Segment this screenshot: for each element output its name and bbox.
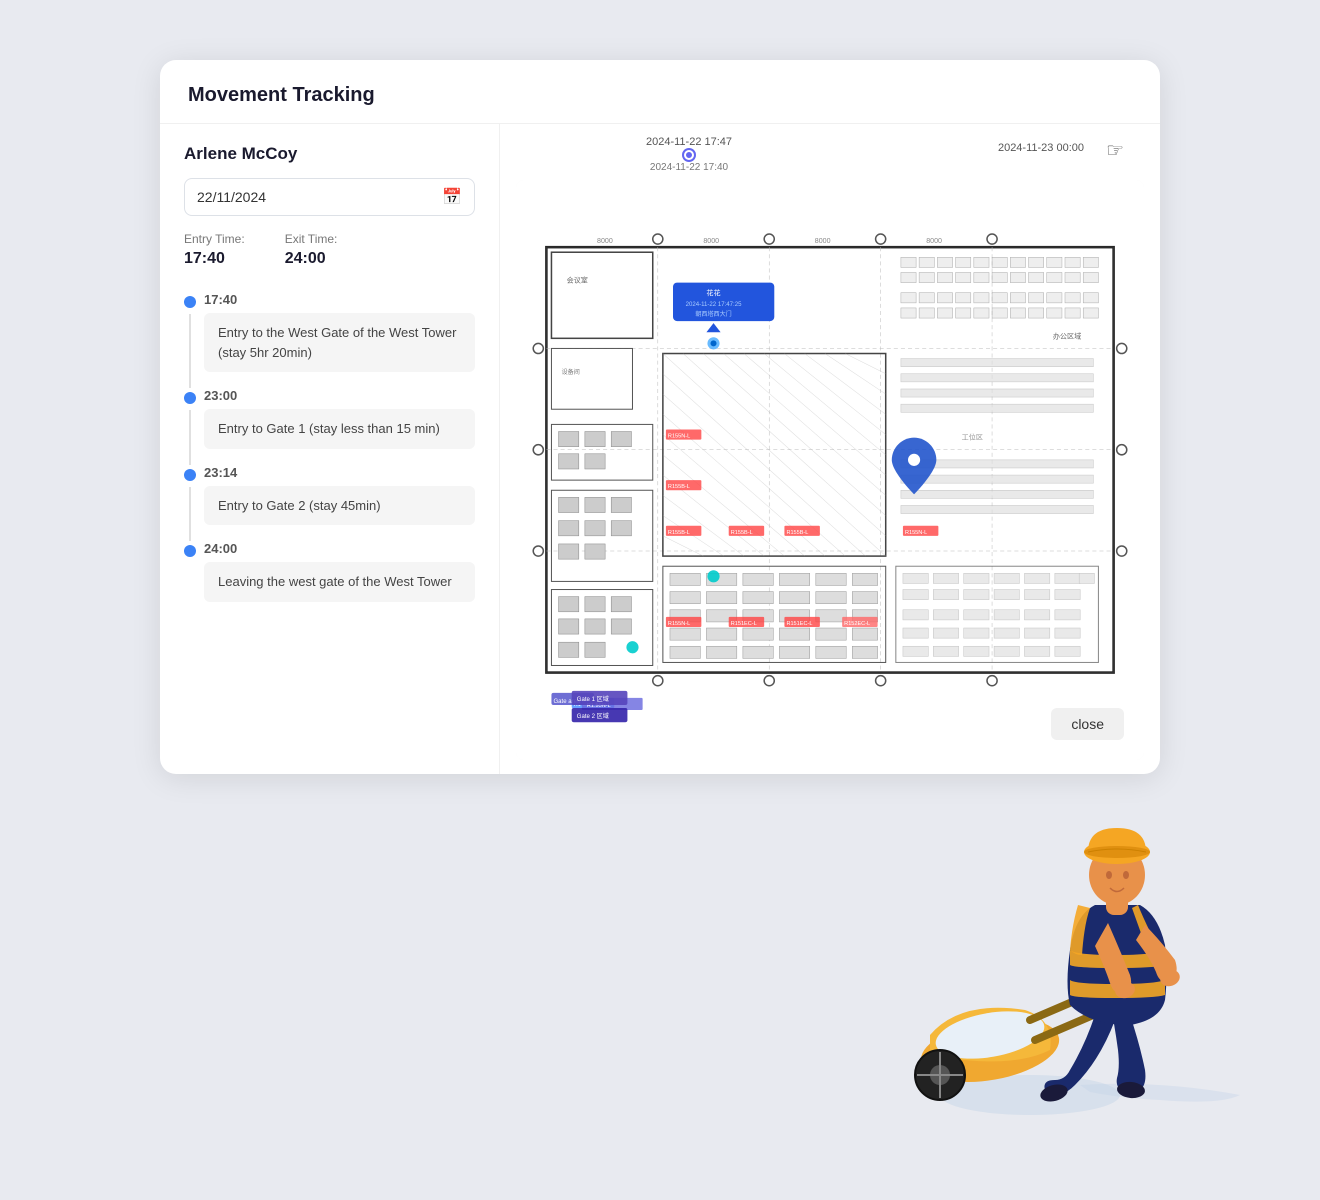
timeline-dot-3 bbox=[184, 469, 196, 481]
svg-text:R155N-L: R155N-L bbox=[668, 434, 690, 440]
worker-illustration bbox=[860, 740, 1240, 1120]
timeline-dot-1 bbox=[184, 296, 196, 308]
left-panel: Arlene McCoy 📅 Entry Time: 17:40 Exit Ti… bbox=[160, 124, 500, 774]
date-input[interactable] bbox=[197, 189, 442, 205]
svg-text:花花: 花花 bbox=[706, 288, 720, 297]
timeline-desc-4: Leaving the west gate of the West Tower bbox=[204, 562, 475, 602]
page-title: Movement Tracking bbox=[188, 84, 1132, 107]
svg-text:朝西塔西大门: 朝西塔西大门 bbox=[695, 310, 731, 318]
timeline-time-4: 24:00 bbox=[204, 541, 475, 556]
svg-text:设备间: 设备间 bbox=[562, 368, 580, 376]
timeline-time-3: 23:14 bbox=[204, 465, 475, 480]
cursor-hand-icon: ☞ bbox=[1106, 138, 1124, 163]
svg-text:8000: 8000 bbox=[926, 237, 942, 245]
timeline-desc-2: Entry to Gate 1 (stay less than 15 min) bbox=[204, 409, 475, 449]
svg-text:办公区域: 办公区域 bbox=[1053, 331, 1081, 340]
calendar-icon[interactable]: 📅 bbox=[442, 187, 462, 207]
timeline-item-3: 23:14 Entry to Gate 2 (stay 45min) bbox=[184, 465, 475, 526]
timeline-time-2: 23:00 bbox=[204, 388, 475, 403]
timeline-item-4: 24:00 Leaving the west gate of the West … bbox=[184, 541, 475, 602]
svg-text:R151EC-L: R151EC-L bbox=[786, 621, 812, 627]
time-row: Entry Time: 17:40 Exit Time: 24:00 bbox=[184, 232, 475, 268]
svg-text:R155B-L: R155B-L bbox=[731, 530, 753, 536]
svg-text:Gate 1 区域: Gate 1 区域 bbox=[577, 695, 609, 703]
svg-text:8000: 8000 bbox=[815, 237, 831, 245]
svg-text:R152EC-L: R152EC-L bbox=[844, 621, 870, 627]
svg-text:Gate 2 区域: Gate 2 区域 bbox=[577, 712, 609, 720]
svg-text:R155B-L: R155B-L bbox=[668, 484, 690, 490]
exit-time-value: 24:00 bbox=[285, 250, 338, 268]
svg-text:8000: 8000 bbox=[597, 237, 613, 245]
svg-text:工位区: 工位区 bbox=[962, 433, 983, 442]
svg-text:R155B-L: R155B-L bbox=[786, 530, 808, 536]
exit-time-label: Exit Time: bbox=[285, 232, 338, 246]
timeline-desc-1: Entry to the West Gate of the West Tower… bbox=[204, 313, 475, 372]
entry-time-value: 17:40 bbox=[184, 250, 245, 268]
entry-time-block: Entry Time: 17:40 bbox=[184, 232, 245, 268]
floor-plan-container[interactable]: 8000 8000 8000 8000 bbox=[516, 180, 1144, 760]
card-body: Arlene McCoy 📅 Entry Time: 17:40 Exit Ti… bbox=[160, 124, 1160, 774]
close-button[interactable]: close bbox=[1051, 708, 1124, 740]
svg-text:会议室: 会议室 bbox=[567, 276, 588, 285]
svg-text:2024-11-22 17:47:25: 2024-11-22 17:47:25 bbox=[686, 302, 742, 308]
svg-text:R155B-L: R155B-L bbox=[668, 530, 690, 536]
entry-time-label: Entry Time: bbox=[184, 232, 245, 246]
svg-text:R155N-L: R155N-L bbox=[905, 530, 927, 536]
timeline-dot-2 bbox=[184, 392, 196, 404]
svg-text:R151EC-L: R151EC-L bbox=[731, 621, 757, 627]
timeline-desc-3: Entry to Gate 2 (stay 45min) bbox=[204, 486, 475, 526]
card-header: Movement Tracking bbox=[160, 60, 1160, 124]
date-input-wrapper[interactable]: 📅 bbox=[184, 178, 475, 216]
exit-time-block: Exit Time: 24:00 bbox=[285, 232, 338, 268]
svg-text:8000: 8000 bbox=[703, 237, 719, 245]
timeline-time-1: 17:40 bbox=[204, 292, 475, 307]
right-panel: 2024-11-22 17:47 2024-11-22 17:40 2024-1… bbox=[500, 124, 1160, 774]
person-name: Arlene McCoy bbox=[184, 144, 475, 164]
timeline-item-2: 23:00 Entry to Gate 1 (stay less than 15… bbox=[184, 388, 475, 449]
map-timestamp-left: 2024-11-22 17:47 bbox=[646, 136, 732, 148]
map-timestamp-right: 2024-11-23 00:00 bbox=[998, 142, 1084, 154]
timeline-dot-4 bbox=[184, 545, 196, 557]
map-timestamp-left-sub: 2024-11-22 17:40 bbox=[646, 162, 732, 173]
timeline: 17:40 Entry to the West Gate of the West… bbox=[184, 292, 475, 618]
svg-text:R155N-L: R155N-L bbox=[668, 621, 690, 627]
timeline-item-1: 17:40 Entry to the West Gate of the West… bbox=[184, 292, 475, 372]
main-card: Movement Tracking Arlene McCoy 📅 Entry T… bbox=[160, 60, 1160, 774]
